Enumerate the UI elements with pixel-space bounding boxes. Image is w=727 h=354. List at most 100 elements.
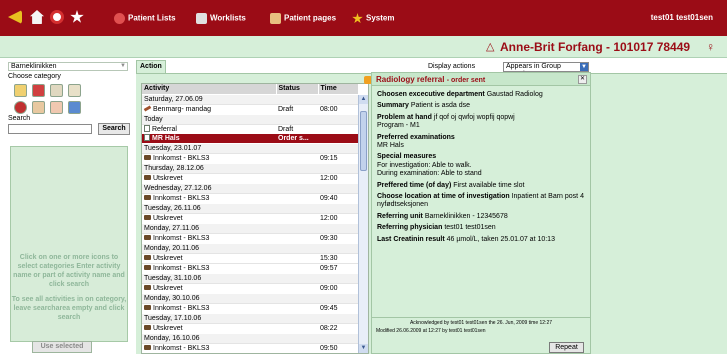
activity-row[interactable]: Innkomst - BKLS3 09:50 — [142, 342, 358, 353]
top-bar: Patient Lists Worklists Patient pages Sy… — [0, 0, 727, 36]
arrow-right-icon — [144, 215, 151, 221]
cell-status — [276, 282, 318, 293]
scroll-up-icon[interactable]: ▲ — [359, 95, 368, 104]
nav-patient-lists[interactable]: Patient Lists — [114, 13, 176, 24]
warning-triangle-icon[interactable]: △ — [486, 40, 494, 53]
cell-status — [276, 322, 318, 333]
category-screen-icon[interactable] — [68, 101, 81, 114]
cell-activity: Today — [142, 113, 358, 124]
search-label: Search — [8, 115, 31, 122]
home-icon[interactable] — [30, 10, 44, 24]
cell-activity: Benmarg- mandag — [142, 103, 276, 114]
department-select[interactable]: Barneklinikken ▼ — [8, 62, 128, 71]
activity-row[interactable]: Innkomst - BKLS3 09:45 — [142, 302, 358, 313]
scroll-thumb[interactable] — [360, 111, 367, 171]
cell-activity: Utskrevet — [142, 322, 276, 333]
activity-table: Activity Status Time Saturday, 27.06.09 B… — [141, 83, 369, 354]
arrow-right-icon — [144, 345, 151, 351]
activity-row[interactable]: Utskrevet 09:00 — [142, 282, 358, 293]
display-actions-select[interactable]: Appears in Group overview▼ — [503, 62, 589, 78]
tab-action[interactable]: Action — [136, 60, 166, 73]
cell-activity: Utskrevet — [142, 282, 276, 293]
activity-row[interactable]: Innkomst - BKLS3 09:40 — [142, 192, 358, 203]
worklists-icon — [196, 13, 207, 24]
cell-activity: Tuesday, 23.01.07 — [142, 142, 358, 153]
category-stop-icon[interactable] — [14, 101, 27, 114]
column-header-status[interactable]: Status — [276, 84, 319, 94]
cell-time: 09:30 — [318, 232, 358, 243]
use-selected-button[interactable]: Use selected — [32, 341, 92, 353]
repeat-button[interactable]: Repeat — [549, 342, 584, 353]
activity-row[interactable]: MR Hals Order s... — [142, 133, 358, 143]
search-button[interactable]: Search — [98, 123, 130, 135]
cell-activity: Monday, 30.10.06 — [142, 292, 358, 303]
cell-activity: Tuesday, 17.10.06 — [142, 312, 358, 323]
activity-row[interactable]: Utskrevet 12:00 — [142, 212, 358, 223]
activity-row[interactable]: Innkomst - BKLS3 09:57 — [142, 262, 358, 273]
nav-system[interactable]: System — [352, 13, 394, 24]
arrow-right-icon — [144, 305, 151, 311]
date-group-row: Monday, 20.11.06 — [142, 242, 358, 253]
lifebuoy-icon[interactable] — [50, 10, 64, 24]
back-arrow-icon[interactable] — [8, 10, 22, 24]
search-hint: Click on one or more icons to select cat… — [10, 146, 128, 342]
system-star-icon — [352, 13, 363, 24]
cell-activity: Monday, 27.11.06 — [142, 222, 358, 233]
cell-status — [276, 152, 318, 163]
category-people-icon[interactable] — [50, 101, 63, 114]
date-group-row: Thursday, 28.12.06 — [142, 162, 358, 173]
close-icon[interactable]: ✕ — [578, 75, 587, 84]
cell-status — [276, 232, 318, 243]
category-patients-icon[interactable] — [32, 101, 45, 114]
table-scrollbar[interactable]: ▲ ▼ — [358, 95, 368, 353]
activity-row[interactable]: Referral Draft — [142, 123, 358, 134]
column-header-time[interactable]: Time — [318, 84, 359, 94]
choose-category-label: Choose category — [8, 73, 61, 80]
date-group-row: Tuesday, 23.01.07 — [142, 142, 358, 153]
left-panel: Barneklinikken ▼ Choose category Search S… — [8, 62, 130, 353]
arrow-right-icon — [144, 285, 151, 291]
arrow-right-icon — [144, 235, 151, 241]
arrow-right-icon — [144, 265, 151, 271]
date-group-row: Monday, 16.10.06 — [142, 332, 358, 343]
activity-row[interactable]: Utskrevet 08:22 — [142, 322, 358, 333]
referral-title: Radiology referral - order sent — [376, 75, 486, 84]
date-group-row: Monday, 30.10.06 — [142, 292, 358, 303]
category-meal-icon[interactable] — [14, 84, 27, 97]
document-icon — [144, 134, 150, 142]
activity-row[interactable]: Innkomst - BKLS3 09:30 — [142, 232, 358, 243]
activity-row[interactable]: Innkomst - BKLS3 09:15 — [142, 152, 358, 163]
cell-status — [276, 192, 318, 203]
cell-activity: Utskrevet — [142, 252, 276, 263]
cell-activity: Innkomst - BKLS3 — [142, 302, 276, 313]
cell-time: 09:40 — [318, 192, 358, 203]
patient-name: Anne-Brit Forfang - 101017 78449 — [500, 40, 691, 54]
date-group-row: Wednesday, 27.12.06 — [142, 182, 358, 193]
current-user[interactable]: test01 test01sen — [651, 13, 713, 22]
favorites-star-icon[interactable] — [70, 10, 84, 23]
activity-row[interactable]: Utskrevet 12:00 — [142, 172, 358, 183]
hint-text-2: To see all activities in on category, le… — [11, 296, 127, 321]
category-measure-icon[interactable] — [68, 84, 81, 97]
cell-activity: Innkomst - BKLS3 — [142, 152, 276, 163]
nav-worklists[interactable]: Worklists — [196, 13, 246, 24]
cell-time: 09:50 — [318, 342, 358, 353]
category-lab-icon[interactable] — [50, 84, 63, 97]
scroll-down-icon[interactable]: ▼ — [359, 344, 368, 353]
search-input[interactable] — [8, 124, 92, 134]
cell-activity: Monday, 20.11.06 — [142, 242, 358, 253]
category-medication-icon[interactable] — [32, 84, 45, 97]
activity-row[interactable]: Benmarg- mandag Draft 08:00 — [142, 103, 358, 114]
nav-patient-pages[interactable]: Patient pages — [270, 13, 336, 24]
cell-activity: Tuesday, 31.10.06 — [142, 272, 358, 283]
cell-status — [276, 262, 318, 273]
cell-activity: Utskrevet — [142, 172, 276, 183]
display-actions-label: Display actions — [428, 63, 476, 70]
cell-time: 09:00 — [318, 282, 358, 293]
date-group-row: Tuesday, 17.10.06 — [142, 312, 358, 323]
cell-time: 09:45 — [318, 302, 358, 313]
column-header-activity[interactable]: Activity — [142, 84, 277, 94]
cell-time: 08:22 — [318, 322, 358, 333]
arrow-right-icon — [144, 195, 151, 201]
activity-row[interactable]: Utskrevet 15:30 — [142, 252, 358, 263]
